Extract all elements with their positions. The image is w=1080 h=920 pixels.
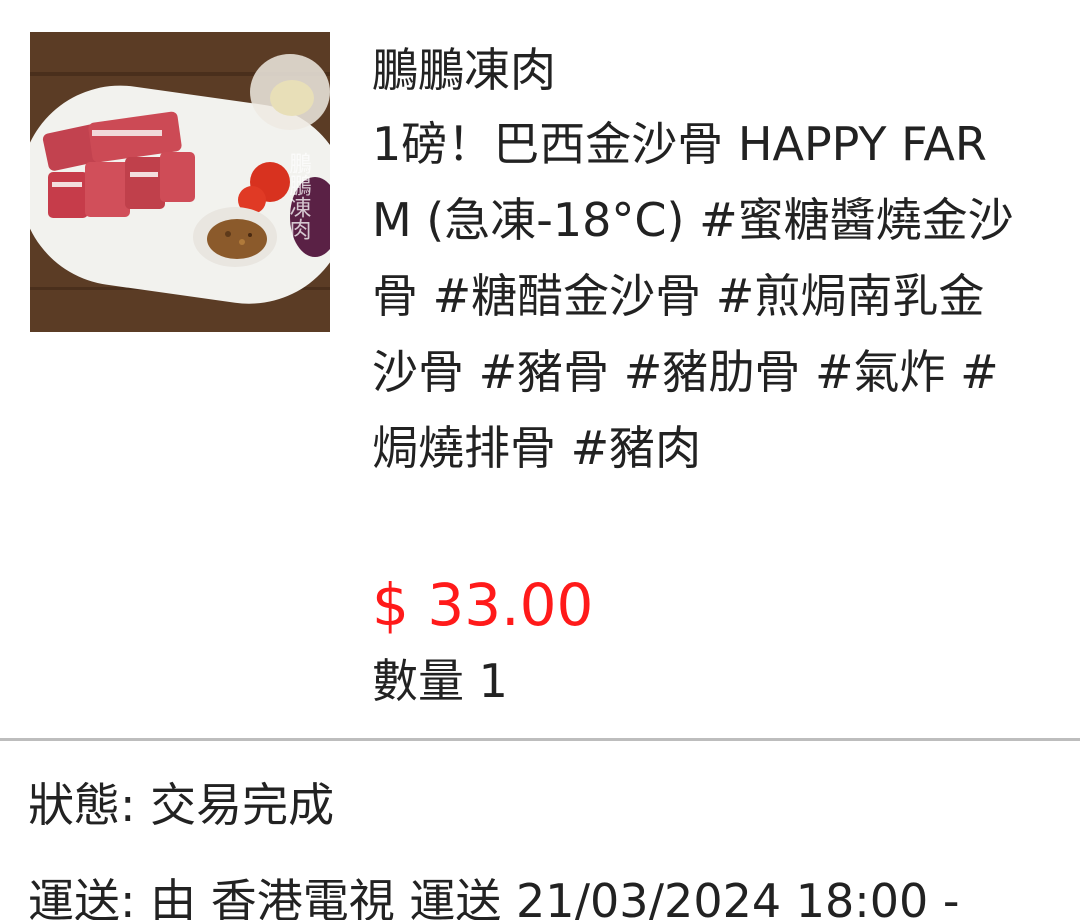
product-photo-icon: 鵬鵬凍肉: [30, 32, 330, 332]
divider: [0, 738, 1080, 741]
product-title[interactable]: 1磅！巴西金沙骨 HAPPY FARM (急凍-18°C) #蜜糖醬燒金沙骨 #…: [372, 106, 1022, 486]
order-item-card[interactable]: 鵬鵬凍肉 鵬鵬凍肉 1磅！巴西金沙骨 HAPPY FARM (急凍-18°C) …: [0, 0, 1080, 920]
order-status: 狀態: 交易完成: [28, 778, 335, 832]
product-image[interactable]: 鵬鵬凍肉: [30, 32, 330, 332]
product-info: 鵬鵬凍肉 1磅！巴西金沙骨 HAPPY FARM (急凍-18°C) #蜜糖醬燒…: [372, 36, 1022, 486]
product-price: $ 33.00: [372, 571, 594, 639]
shop-name[interactable]: 鵬鵬凍肉: [372, 36, 1022, 104]
svg-text:鵬鵬凍肉: 鵬鵬凍肉: [286, 152, 312, 240]
delivery-info: 運送: 由 香港電視 運送 21/03/2024 18:00 -: [28, 874, 960, 920]
product-quantity: 數量 1: [372, 654, 508, 708]
